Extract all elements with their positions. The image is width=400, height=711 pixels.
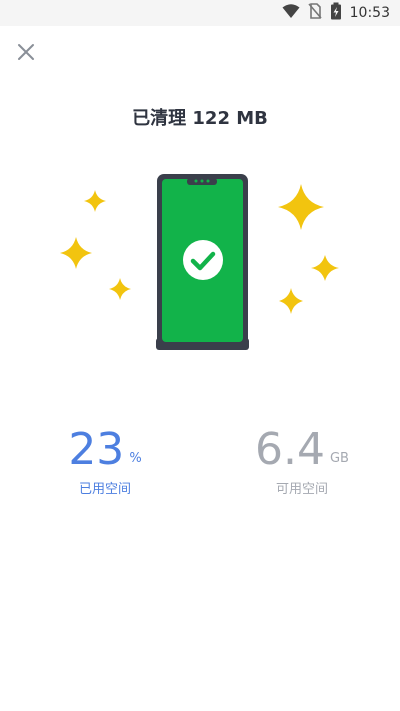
used-space-unit: % — [129, 451, 142, 466]
free-space-unit: GB — [329, 451, 349, 466]
used-space-value: 23 — [68, 424, 125, 475]
close-icon — [17, 43, 35, 65]
sparkle-icon — [109, 278, 131, 300]
cleaned-phone-illustration — [50, 165, 350, 360]
sparkle-icon — [311, 255, 339, 281]
sparkle-icon — [278, 184, 324, 230]
status-icons: 10:53 — [282, 2, 390, 24]
used-space-label: 已用空间 — [78, 482, 131, 497]
used-space-stat: 23 % 已用空间 — [35, 424, 175, 498]
sparkle-icon — [279, 288, 303, 314]
battery-charging-icon — [330, 2, 342, 24]
free-space-label: 可用空间 — [275, 482, 328, 497]
sparkle-icon — [60, 237, 92, 269]
status-time: 10:53 — [349, 5, 390, 21]
page-title: 已清理 122 MB — [132, 108, 268, 129]
free-space-stat: 6.4 GB 可用空间 — [232, 424, 372, 498]
wifi-icon — [282, 3, 300, 23]
check-icon — [183, 240, 223, 280]
free-space-value: 6.4 — [255, 424, 325, 475]
close-button[interactable] — [14, 42, 38, 66]
status-bar: 10:53 — [0, 0, 400, 26]
no-sim-icon — [308, 3, 322, 23]
sparkle-icon — [84, 190, 106, 212]
